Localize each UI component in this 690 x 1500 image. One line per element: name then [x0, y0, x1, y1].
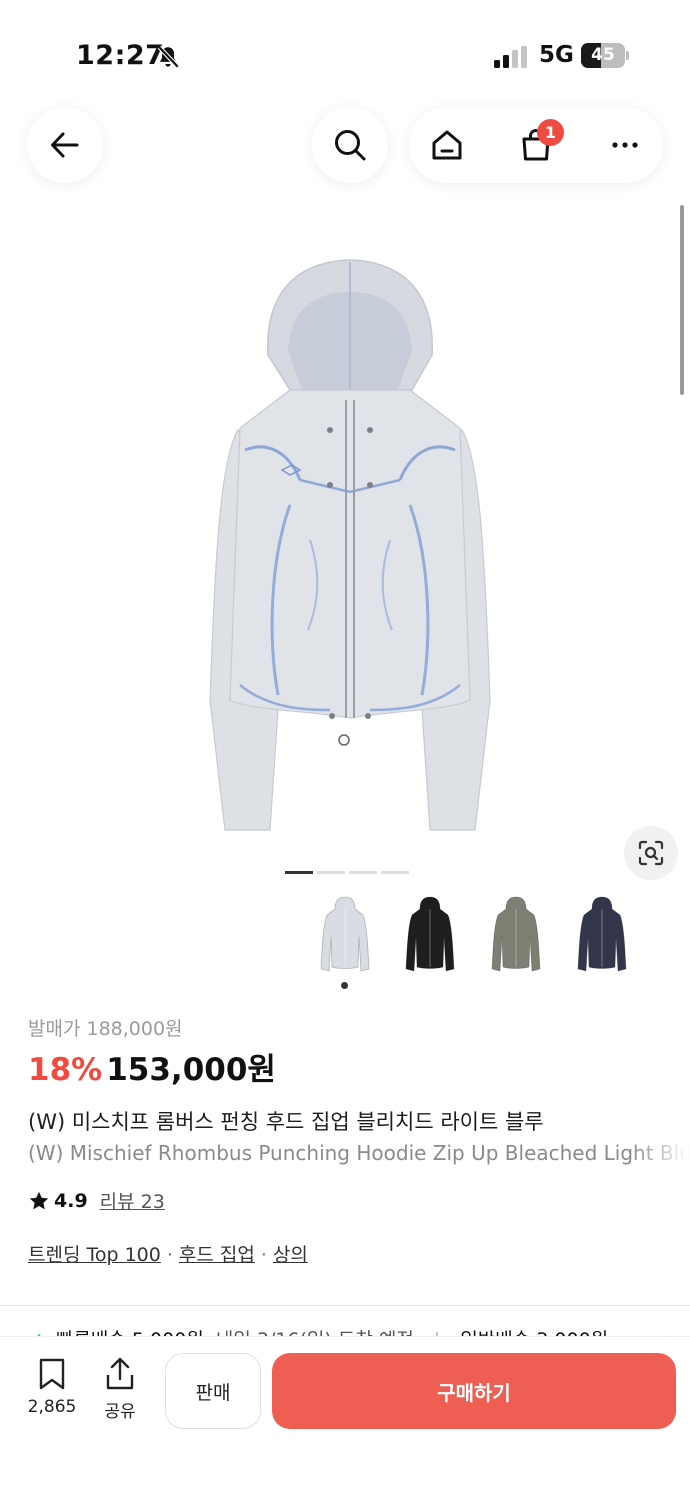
image-search-button[interactable] — [624, 826, 678, 880]
bottom-action-bar: 2,865 공유 판매 구매하기 — [0, 1336, 690, 1500]
share-label: 공유 — [104, 1402, 136, 1422]
divider — [0, 1305, 690, 1306]
rating-value: 4.9 — [54, 1189, 88, 1212]
color-option-3[interactable] — [480, 895, 552, 977]
status-bar: 12:27 5G 45 — [0, 0, 690, 110]
image-pager — [285, 871, 409, 874]
share-icon — [106, 1357, 134, 1390]
wishlist-count: 2,865 — [27, 1397, 77, 1417]
more-button[interactable] — [587, 107, 663, 183]
color-option-2[interactable] — [394, 895, 466, 977]
bookmark-icon — [39, 1358, 65, 1390]
product-name-en: (W) Mischief Rhombus Punching Hoodie Zip… — [28, 1141, 690, 1165]
sell-button[interactable]: 판매 — [165, 1353, 261, 1429]
network-type: 5G — [539, 42, 574, 68]
signal-icon — [494, 46, 527, 68]
rating-row: 4.9 리뷰 23 — [28, 1187, 165, 1214]
arrow-left-icon — [51, 132, 79, 158]
color-option-4[interactable] — [566, 895, 638, 977]
original-price: 발매가 188,000원 — [28, 1018, 183, 1040]
battery-icon: 45 — [581, 43, 629, 68]
home-button[interactable] — [409, 107, 485, 183]
share-button[interactable]: 공유 — [88, 1357, 152, 1422]
price-row: 18% 153,000원 — [28, 1044, 276, 1089]
review-link[interactable]: 리뷰 23 — [100, 1187, 165, 1214]
pager-dot — [381, 871, 409, 874]
pager-dot — [317, 871, 345, 874]
pager-dot — [285, 871, 313, 874]
star-icon — [29, 1191, 49, 1209]
back-button[interactable] — [27, 107, 103, 183]
image-search-icon — [638, 840, 664, 866]
search-icon — [335, 130, 366, 161]
search-button[interactable] — [312, 107, 388, 183]
tag-hood-zipup[interactable]: 후드 집업 — [179, 1244, 255, 1266]
cart-button[interactable] — [498, 107, 574, 183]
more-horizontal-icon — [612, 142, 638, 148]
buy-button[interactable]: 구매하기 — [272, 1353, 676, 1429]
category-tags: 트렌딩 Top 100 · 후드 집업 · 상의 — [28, 1244, 308, 1266]
nav-action-group: 1 — [409, 107, 663, 183]
discount-rate: 18% — [28, 1052, 103, 1088]
bell-off-icon — [157, 45, 180, 69]
product-image[interactable] — [150, 240, 550, 840]
battery-level: 45 — [591, 45, 615, 65]
home-icon — [432, 130, 462, 160]
color-option-1[interactable] — [309, 895, 381, 977]
status-time: 12:27 — [76, 40, 165, 71]
tag-top[interactable]: 상의 — [273, 1244, 308, 1266]
pager-dot — [349, 871, 377, 874]
tag-trending[interactable]: 트렌딩 Top 100 — [28, 1244, 161, 1266]
product-name-ko: (W) 미스치프 롬버스 펀칭 후드 집업 블리치드 라이트 블루 — [28, 1110, 544, 1134]
cart-badge: 1 — [537, 119, 564, 146]
scrollbar[interactable] — [680, 205, 684, 395]
wishlist-button[interactable]: 2,865 — [20, 1357, 84, 1417]
selected-swatch-indicator — [341, 982, 348, 989]
sale-price: 153,000원 — [106, 1052, 276, 1088]
